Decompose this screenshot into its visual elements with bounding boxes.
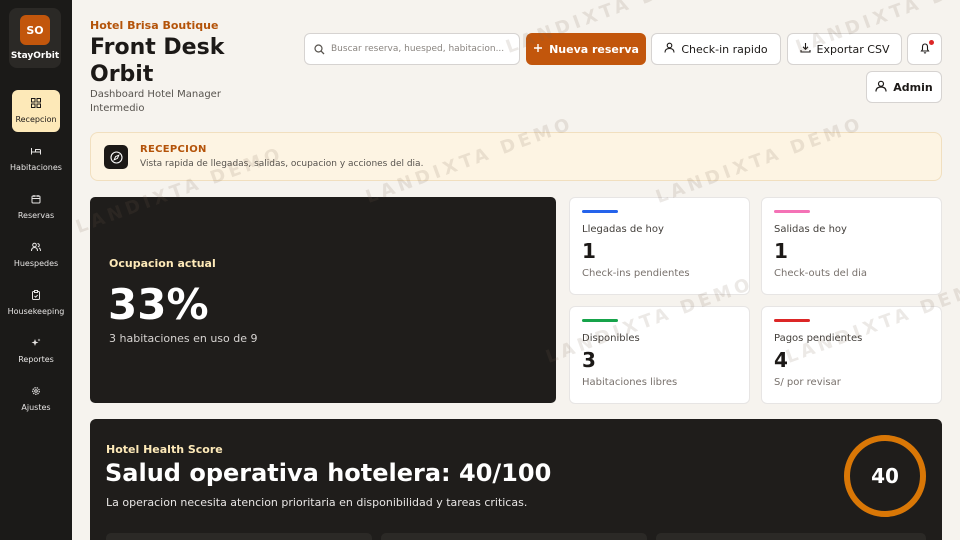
stat-sub: S/ por revisar bbox=[774, 377, 841, 388]
health-score-value: 40 bbox=[871, 464, 899, 488]
occupancy-sub: 3 habitaciones en uso de 9 bbox=[109, 332, 258, 345]
admin-label: Admin bbox=[893, 80, 933, 94]
health-score-card: Hotel Health Score Salud operativa hotel… bbox=[90, 419, 942, 540]
banner-text: Vista rapida de llegadas, salidas, ocupa… bbox=[140, 159, 424, 169]
gear-icon bbox=[31, 386, 41, 396]
health-title: Salud operativa hotelera: 40/100 bbox=[105, 459, 552, 487]
admin-button[interactable]: Admin bbox=[866, 71, 942, 103]
brand-name: StayOrbit bbox=[10, 51, 60, 61]
section-banner: RECEPCION Vista rapida de llegadas, sali… bbox=[90, 132, 942, 181]
stat-label: Salidas de hoy bbox=[774, 224, 847, 235]
user-icon bbox=[875, 80, 887, 95]
stat-card-pending-payments: Pagos pendientes 4 S/ por revisar bbox=[761, 306, 942, 404]
banner-title: RECEPCION bbox=[140, 144, 207, 155]
new-booking-button[interactable]: Nueva reserva bbox=[526, 33, 646, 65]
stat-accent-bar bbox=[582, 319, 618, 322]
bed-icon bbox=[31, 146, 41, 156]
notification-dot bbox=[929, 40, 934, 45]
export-csv-label: Exportar CSV bbox=[816, 42, 890, 56]
stat-accent-bar bbox=[582, 210, 618, 213]
health-label: Hotel Health Score bbox=[106, 443, 223, 456]
quick-checkin-button[interactable]: Check-in rapido bbox=[651, 33, 781, 65]
user-icon bbox=[664, 42, 675, 56]
download-icon bbox=[799, 42, 811, 56]
notifications-button[interactable] bbox=[907, 33, 942, 65]
stat-value: 4 bbox=[774, 348, 788, 372]
sidebar-item-label: Ajustes bbox=[21, 403, 51, 412]
sidebar-item-label: Reportes bbox=[18, 355, 54, 364]
brand[interactable]: SO StayOrbit bbox=[9, 8, 61, 68]
new-booking-label: Nueva reserva bbox=[549, 42, 639, 56]
search-box[interactable] bbox=[304, 33, 520, 65]
stat-sub: Habitaciones libres bbox=[582, 377, 678, 388]
sidebar-item-reservas[interactable]: Reservas bbox=[12, 186, 60, 228]
sidebar-item-huespedes[interactable]: Huespedes bbox=[12, 234, 60, 276]
stat-label: Disponibles bbox=[582, 333, 640, 344]
sparkle-icon bbox=[31, 338, 41, 348]
sidebar-item-label: Reservas bbox=[17, 211, 55, 220]
page-subtitle: Dashboard Hotel Manager Intermedio bbox=[90, 89, 221, 114]
stat-label: Pagos pendientes bbox=[774, 333, 863, 344]
stat-card-arrivals: Llegadas de hoy 1 Check-ins pendientes bbox=[569, 197, 750, 295]
stat-accent-bar bbox=[774, 319, 810, 322]
calendar-icon bbox=[31, 194, 41, 204]
stat-label: Llegadas de hoy bbox=[582, 224, 664, 235]
brand-logo: SO bbox=[20, 15, 50, 45]
grid-icon bbox=[31, 98, 41, 108]
stat-card-available: Disponibles 3 Habitaciones libres bbox=[569, 306, 750, 404]
hotel-name: Hotel Brisa Boutique bbox=[90, 19, 219, 32]
stat-value: 3 bbox=[582, 348, 596, 372]
stat-value: 1 bbox=[774, 239, 788, 263]
search-icon bbox=[314, 40, 325, 59]
health-metric-tile bbox=[656, 533, 926, 540]
stat-value: 1 bbox=[582, 239, 596, 263]
sidebar: SO StayOrbit Recepcion Habitaciones Rese… bbox=[0, 0, 72, 540]
quick-checkin-label: Check-in rapido bbox=[681, 42, 768, 56]
clipboard-icon bbox=[31, 290, 41, 300]
sidebar-item-label: Recepcion bbox=[15, 115, 57, 124]
sidebar-item-recepcion[interactable]: Recepcion bbox=[12, 90, 60, 132]
stat-sub: Check-outs del dia bbox=[774, 268, 868, 279]
sidebar-item-reportes[interactable]: Reportes bbox=[12, 330, 60, 372]
sidebar-item-ajustes[interactable]: Ajustes bbox=[12, 378, 60, 420]
export-csv-button[interactable]: Exportar CSV bbox=[787, 33, 902, 65]
page-title: Front Desk Orbit bbox=[90, 35, 225, 87]
occupancy-card: Ocupacion actual 33% 3 habitaciones en u… bbox=[90, 197, 556, 403]
plus-icon bbox=[533, 43, 543, 56]
sidebar-item-housekeeping[interactable]: Housekeeping bbox=[2, 282, 70, 324]
stat-accent-bar bbox=[774, 210, 810, 213]
sidebar-item-label: Huespedes bbox=[13, 259, 59, 268]
stat-card-departures: Salidas de hoy 1 Check-outs del dia bbox=[761, 197, 942, 295]
health-metric-tile bbox=[381, 533, 647, 540]
occupancy-label: Ocupacion actual bbox=[109, 257, 216, 270]
health-sub: La operacion necesita atencion prioritar… bbox=[106, 496, 528, 509]
users-icon bbox=[31, 242, 41, 252]
stat-sub: Check-ins pendientes bbox=[582, 268, 690, 279]
sidebar-item-habitaciones[interactable]: Habitaciones bbox=[2, 138, 70, 180]
sidebar-item-label: Housekeeping bbox=[7, 307, 65, 316]
occupancy-value: 33% bbox=[108, 280, 209, 329]
search-input[interactable] bbox=[331, 44, 511, 54]
compass-icon bbox=[104, 145, 128, 169]
health-metric-tile bbox=[106, 533, 372, 540]
sidebar-item-label: Habitaciones bbox=[10, 163, 62, 172]
